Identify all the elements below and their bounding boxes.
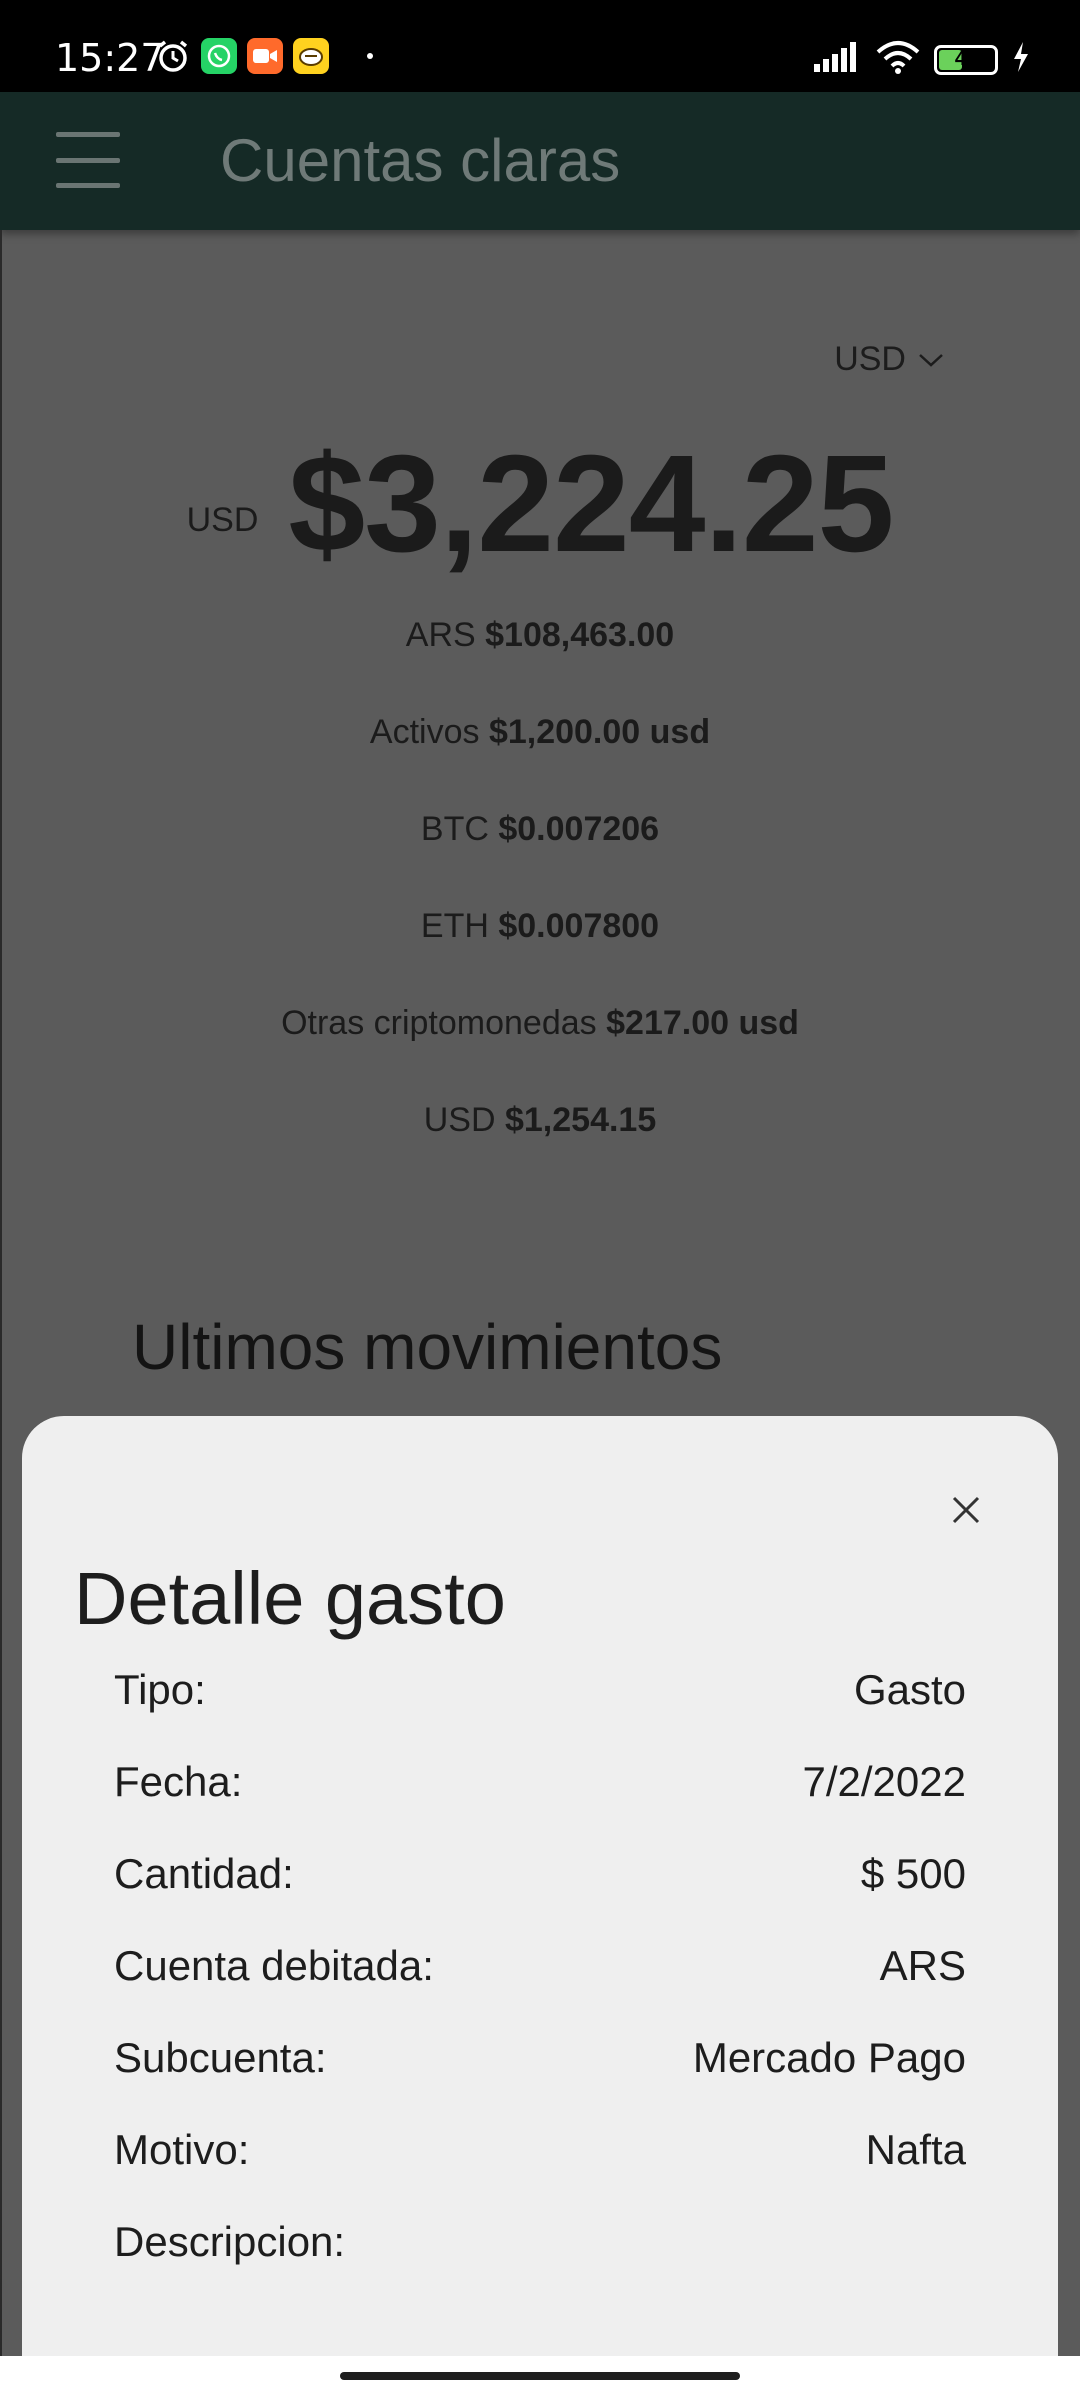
detail-bottom-sheet: Detalle gasto Tipo: Gasto Fecha: 7/2/2022 …	[22, 1416, 1058, 2356]
detail-value: Nafta	[865, 2126, 966, 2173]
game-icon	[293, 38, 329, 74]
balance-label: Otras criptomonedas	[281, 1004, 597, 1042]
detail-row: Cuenta debitada: ARS	[114, 1942, 966, 2034]
hamburger-menu-icon[interactable]	[56, 132, 120, 188]
currency-select-value: USD	[834, 340, 906, 378]
battery-level: 47	[954, 48, 978, 70]
detail-row: Cantidad: $ 500	[114, 1850, 966, 1942]
main-balance-amount: $3,224.25	[288, 427, 894, 581]
main-balance: USD $3,224.25	[0, 425, 1080, 584]
balance-row: USD $1,254.15	[0, 1095, 1080, 1192]
detail-label: Cuenta debitada:	[114, 1942, 434, 1989]
detail-label: Motivo:	[114, 2126, 250, 2173]
detail-label: Cantidad:	[114, 1850, 294, 1897]
balance-label: ETH	[420, 907, 489, 945]
balance-row: BTC $0.007206	[0, 804, 1080, 901]
balance-value: $0.007800	[498, 907, 660, 945]
signal-icon	[814, 42, 862, 77]
detail-row: Descripcion:	[114, 2218, 966, 2310]
balance-label: USD	[423, 1101, 496, 1139]
detail-value: ARS	[879, 1942, 966, 1989]
close-button[interactable]	[944, 1488, 988, 1532]
balance-label: ARS	[405, 616, 476, 654]
battery-icon: 47	[934, 44, 998, 75]
balance-value: $108,463.00	[485, 616, 675, 654]
section-title: Ultimos movimientos	[132, 1311, 723, 1383]
sheet-title: Detalle gasto	[74, 1557, 506, 1640]
status-bar: 15:27 47	[0, 0, 1080, 92]
wifi-icon	[876, 40, 920, 79]
video-call-icon	[247, 38, 283, 74]
balance-row: ETH $0.007800	[0, 901, 1080, 998]
detail-value: 7/2/2022	[802, 1758, 967, 1805]
detail-label: Fecha:	[114, 1758, 243, 1805]
detail-row: Subcuenta: Mercado Pago	[114, 2034, 966, 2126]
balances-list: ARS $108,463.00 Activos $1,200.00 usd BT…	[0, 610, 1080, 1192]
balance-value: $1,254.15	[504, 1101, 657, 1139]
detail-value: $ 500	[860, 1850, 966, 1897]
status-time: 15:27	[55, 36, 165, 80]
chevron-down-icon	[919, 353, 943, 367]
whatsapp-icon	[201, 38, 237, 74]
balance-label: Activos	[369, 713, 480, 751]
balance-label: BTC	[420, 810, 489, 848]
balance-value: $217.00 usd	[606, 1004, 799, 1042]
notification-dot	[367, 53, 373, 59]
balance-row: Activos $1,200.00 usd	[0, 707, 1080, 804]
detail-value: Gasto	[853, 1666, 966, 1713]
alarm-icon	[155, 38, 191, 74]
detail-list: Tipo: Gasto Fecha: 7/2/2022 Cantidad: $ 500…	[114, 1666, 966, 2310]
detail-row: Fecha: 7/2/2022	[114, 1758, 966, 1850]
detail-row: Motivo: Nafta	[114, 2126, 966, 2218]
detail-label: Descripcion:	[114, 2218, 346, 2265]
balance-value: $1,200.00 usd	[488, 713, 711, 751]
app-title: Cuentas claras	[220, 127, 621, 194]
main-balance-currency: USD	[186, 501, 259, 539]
app-toolbar: Cuentas claras	[0, 92, 1080, 230]
close-icon	[952, 1496, 980, 1524]
balance-value: $0.007206	[498, 810, 660, 848]
detail-value: Mercado Pago	[692, 2034, 966, 2081]
balance-row: ARS $108,463.00	[0, 610, 1080, 707]
detail-label: Tipo:	[114, 1666, 206, 1713]
balance-row: Otras criptomonedas $217.00 usd	[0, 998, 1080, 1095]
charging-icon	[1012, 42, 1030, 77]
currency-select[interactable]: USD	[834, 340, 944, 379]
home-indicator[interactable]	[340, 2372, 740, 2380]
detail-row: Tipo: Gasto	[114, 1666, 966, 1758]
detail-label: Subcuenta:	[114, 2034, 327, 2081]
